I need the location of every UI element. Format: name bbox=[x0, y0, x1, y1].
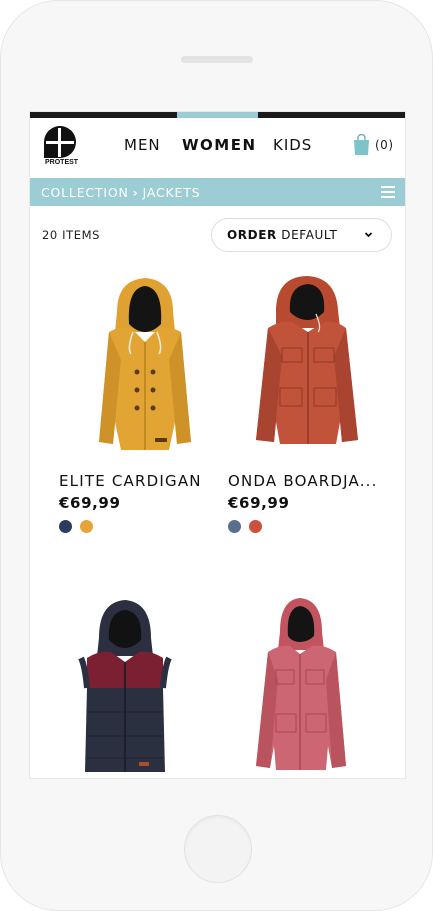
breadcrumb-separator: › bbox=[132, 185, 139, 200]
cart-button[interactable]: (0) bbox=[353, 134, 398, 158]
breadcrumb: COLLECTION › JACKETS bbox=[41, 185, 200, 200]
logo-wordmark: PROTEST bbox=[45, 159, 79, 166]
color-swatch[interactable] bbox=[80, 520, 93, 533]
breadcrumb-bar: COLLECTION › JACKETS bbox=[30, 178, 405, 206]
color-swatch[interactable] bbox=[249, 520, 262, 533]
hamburger-menu-icon[interactable] bbox=[381, 186, 395, 198]
sort-label: ORDER DEFAULT bbox=[227, 228, 337, 242]
item-count: 20 ITEMS bbox=[42, 228, 100, 242]
parka-jacket-image[interactable] bbox=[228, 596, 398, 778]
top-strip bbox=[30, 112, 405, 118]
product-name[interactable]: ONDA BOARDJA... bbox=[228, 472, 378, 490]
color-swatches bbox=[228, 518, 270, 537]
breadcrumb-item-collection[interactable]: COLLECTION bbox=[41, 185, 129, 200]
product-name[interactable]: ELITE CARDIGAN bbox=[59, 472, 202, 490]
hooded-cardigan-image[interactable] bbox=[59, 272, 229, 457]
puffer-vest-image[interactable] bbox=[59, 596, 229, 778]
product-price: €69,99 bbox=[59, 494, 121, 512]
breadcrumb-item-jackets[interactable]: JACKETS bbox=[143, 185, 201, 200]
product-price: €69,99 bbox=[228, 494, 290, 512]
nav-item-women[interactable]: WOMEN bbox=[182, 136, 257, 154]
home-button[interactable] bbox=[184, 815, 252, 883]
sort-label-key: ORDER bbox=[227, 228, 277, 242]
sort-value: DEFAULT bbox=[281, 228, 338, 242]
shopping-bag-icon bbox=[354, 134, 369, 155]
board-jacket-image[interactable] bbox=[228, 272, 398, 457]
cart-count: (0) bbox=[375, 138, 394, 152]
color-swatch[interactable] bbox=[59, 520, 72, 533]
nav-item-kids[interactable]: KIDS bbox=[273, 136, 312, 154]
color-swatch[interactable] bbox=[228, 520, 241, 533]
app-screen: PROTEST MEN WOMEN KIDS (0) COLLECTION › JA… bbox=[30, 112, 405, 778]
sort-dropdown[interactable]: ORDER DEFAULT bbox=[211, 218, 392, 252]
phone-speaker bbox=[181, 56, 253, 63]
chevron-down-icon bbox=[364, 232, 373, 238]
top-strip-active-indicator bbox=[177, 112, 258, 118]
color-swatches bbox=[59, 518, 101, 537]
nav-item-men[interactable]: MEN bbox=[124, 136, 161, 154]
